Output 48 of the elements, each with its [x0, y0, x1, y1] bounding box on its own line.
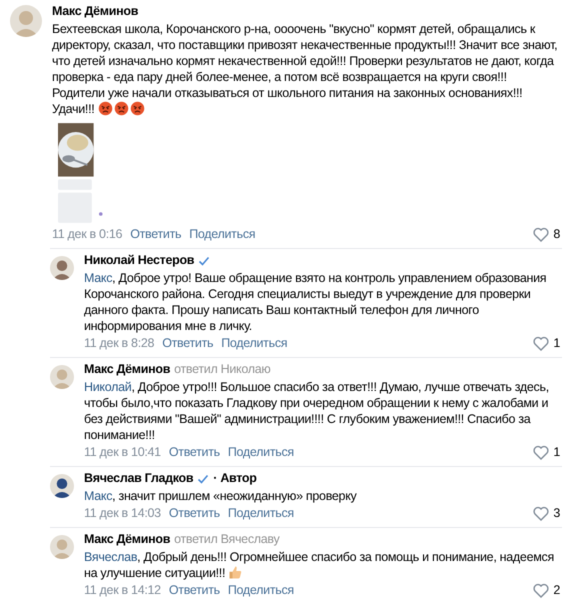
avatar[interactable]: [50, 256, 74, 280]
like-count: 3: [553, 505, 560, 522]
comment-date[interactable]: 11 дек в 14:03: [84, 504, 161, 522]
author-name[interactable]: Макс Дёминов: [52, 3, 138, 20]
reply-link[interactable]: Ответить: [162, 334, 214, 352]
reply-link[interactable]: Ответить: [168, 443, 220, 461]
like-count: 2: [553, 582, 560, 599]
author-role: · Автор: [213, 470, 257, 487]
author-name[interactable]: Николай Нестеров: [84, 252, 194, 269]
author-name[interactable]: Вячеслав Гладков: [84, 470, 194, 487]
share-link[interactable]: Поделиться: [221, 334, 288, 352]
thumbs-up-icon: [228, 565, 244, 580]
mention-link[interactable]: Вячеслав: [84, 550, 138, 564]
replied-to-text: ответил Вячеславу: [174, 531, 280, 548]
like-count: 8: [553, 226, 560, 243]
angry-face-icon: [98, 101, 113, 116]
mention-link[interactable]: Макс: [84, 489, 112, 503]
mention-link[interactable]: Макс: [84, 271, 112, 285]
share-link[interactable]: Поделиться: [228, 504, 294, 522]
heart-icon[interactable]: [533, 506, 550, 520]
heart-icon[interactable]: [533, 336, 550, 350]
angry-face-icon: [114, 101, 129, 116]
comment-text: Вячеслав, Добрый день!!! Огромнейшее спасибо за помощь и понимание, надеемся на улучшение ситуации!!!: [84, 549, 555, 581]
author-name[interactable]: Макс Дёминов: [84, 361, 170, 378]
comment-text: Николай, Доброе утро!!! Большое спасибо за ответ!!! Думаю, лучше отвечать здесь, чтобы было,что показать Гладкову при очередном обращении к нему с жалобами и без действиями "Вашей" администрации!!!! С глубоким уважением!!! Спасибо за понимание!!!: [84, 379, 550, 443]
author-name[interactable]: Макс Дёминов: [84, 531, 170, 548]
share-link[interactable]: Поделиться: [228, 581, 294, 599]
like-count: 1: [553, 444, 560, 461]
heart-icon[interactable]: [533, 444, 550, 460]
heart-icon[interactable]: [533, 226, 550, 242]
comment-text: Бехтеевская школа, Корочанского р-на, оооочень "вкусно" кормят детей, обращались к директору, сказал, что поставщики привозят некачественные продукты!!! Значит все знают, что детей изначально кормят некачественной едой!!! Проверки результатов не дают, когда проверка - еда пару дней более-менее, а потом всё возвращается на круги своя!!! Родители уже начали отказываться от школьного питания на законных основаниях!!! Удачи!!!: [52, 21, 558, 117]
mention-link[interactable]: Николай: [84, 380, 132, 394]
like-count: 1: [553, 335, 560, 352]
comment-date[interactable]: 11 дек в 14:12: [84, 581, 161, 599]
angry-face-icon: [130, 101, 145, 116]
reply-link[interactable]: Ответить: [168, 504, 220, 522]
comment-date[interactable]: 11 дек в 8:28: [84, 334, 154, 352]
comment-date[interactable]: 11 дек в 10:41: [84, 443, 161, 461]
comment-date[interactable]: 11 дек в 0:16: [52, 225, 122, 243]
reply-link[interactable]: Ответить: [168, 581, 220, 599]
heart-icon[interactable]: [533, 582, 550, 598]
share-link[interactable]: Поделиться: [228, 443, 294, 461]
reply-link[interactable]: Ответить: [130, 225, 182, 243]
replied-to-text: ответил Николаю: [174, 361, 270, 378]
share-link[interactable]: Поделиться: [189, 225, 256, 243]
avatar[interactable]: [50, 474, 74, 498]
comment-text: Макс, значит пришлем «неожиданную» проверку: [84, 488, 358, 504]
comment-text: Макс, Доброе утро! Ваше обращение взято на контроль управлением образования Корочанского района. Сегодня специалисты выедут в учреждение для проверки данного факта. Прошу написать Ваш контактный телефон для личного информирования мне в личку.: [84, 270, 548, 334]
